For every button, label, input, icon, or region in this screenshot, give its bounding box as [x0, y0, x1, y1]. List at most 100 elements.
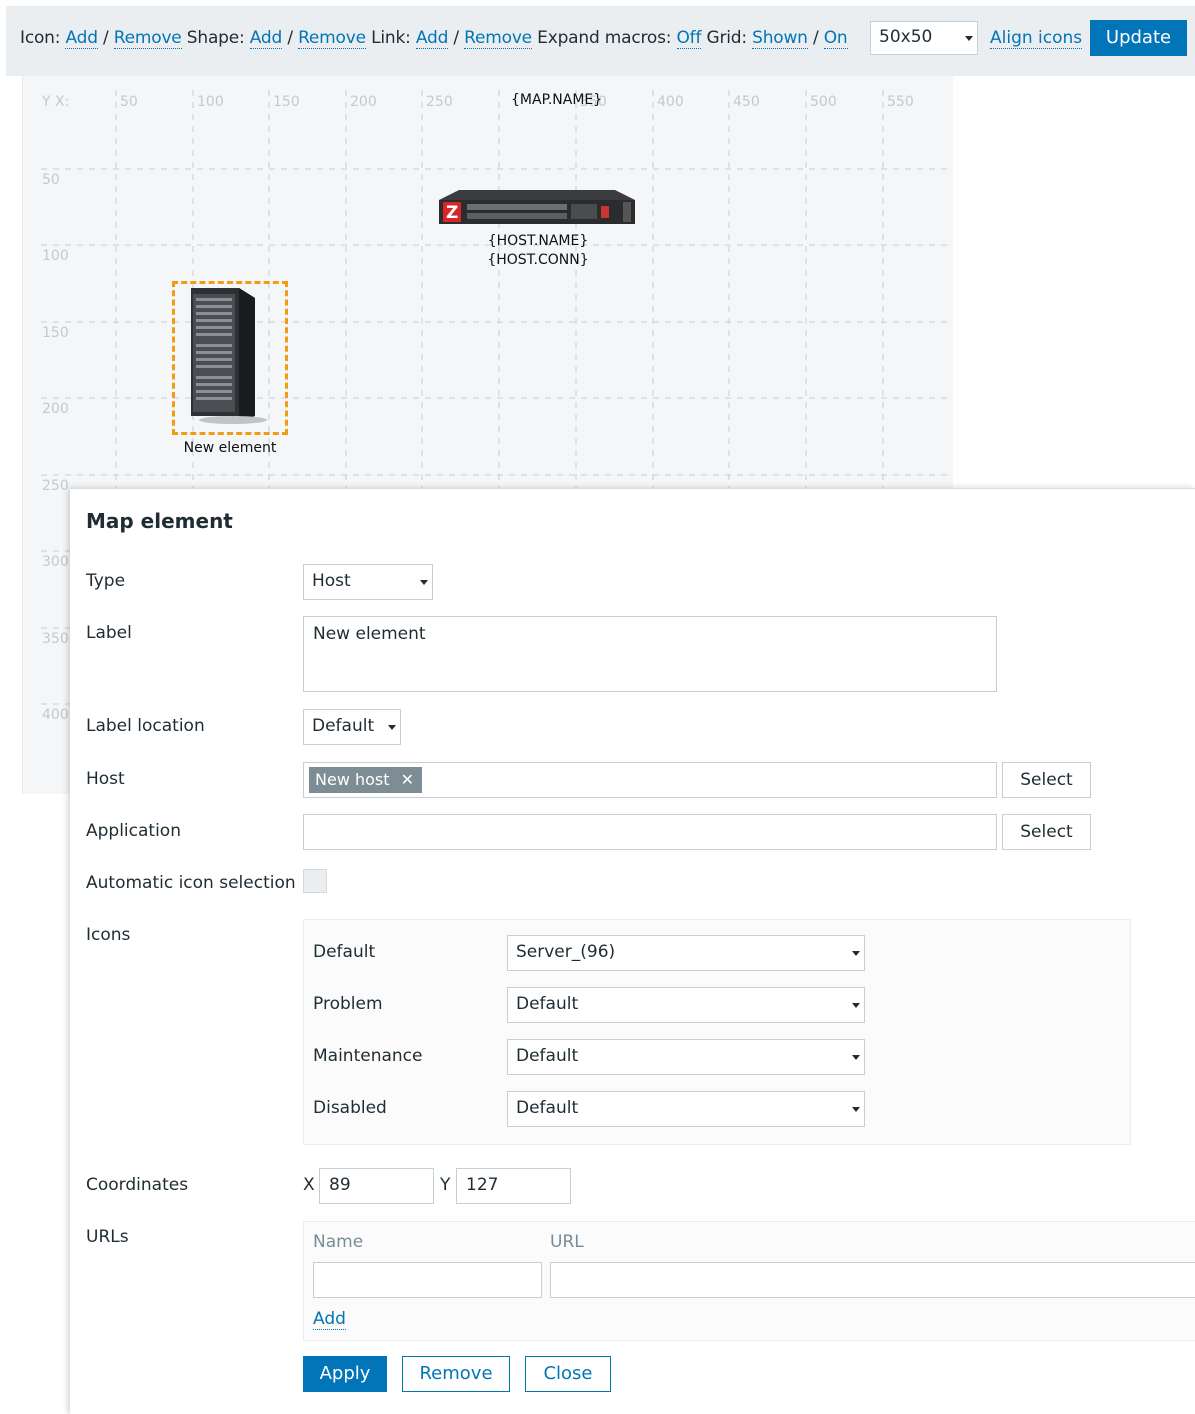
link-add-link[interactable]: Add [415, 28, 448, 49]
link-label: Link: [371, 28, 411, 48]
chevron-down-icon [420, 580, 428, 585]
y-coordinate-value: 127 [466, 1175, 499, 1195]
rack-server-icon[interactable]: Z [437, 182, 637, 228]
grid-size-select[interactable]: 50x50 [870, 21, 978, 55]
application-label: Application [86, 821, 181, 841]
grid-shown-toggle[interactable]: Shown [752, 28, 808, 49]
map-name-label[interactable]: {MAP.NAME} [511, 92, 602, 108]
chevron-down-icon [852, 1003, 860, 1008]
x-coordinate-input[interactable]: 89 [319, 1168, 434, 1204]
chevron-down-icon [852, 1055, 860, 1060]
y-tick: 300 [42, 554, 69, 570]
url-name-input[interactable] [313, 1262, 542, 1298]
auto-icon-label: Automatic icon selection [86, 873, 296, 893]
type-value: Host [312, 571, 351, 591]
y-tick: 250 [42, 478, 69, 494]
grid-label: Grid: [706, 28, 747, 48]
icon-add-link[interactable]: Add [65, 28, 98, 49]
urls-panel: Name URL Add [303, 1221, 1195, 1341]
x-tick: 250 [426, 94, 453, 110]
icon-disabled-label: Disabled [313, 1098, 387, 1118]
coordinates-label: Coordinates [86, 1175, 189, 1195]
icon-maintenance-label: Maintenance [313, 1046, 423, 1066]
host-tag-label: New host [315, 770, 390, 789]
chevron-down-icon [852, 951, 860, 956]
y-tick: 350 [42, 631, 69, 647]
host-multiselect[interactable]: New host ✕ [303, 762, 997, 798]
grid-size-value: 50x50 [879, 27, 933, 47]
y-tick: 100 [42, 248, 69, 264]
separator: / [812, 28, 819, 48]
shape-label: Shape: [186, 28, 245, 48]
link-remove-link[interactable]: Remove [464, 28, 532, 49]
icon-problem-value: Default [516, 994, 579, 1014]
new-element-label: New element [183, 440, 277, 456]
label-label: Label [86, 623, 132, 643]
remove-tag-icon[interactable]: ✕ [401, 770, 414, 789]
auto-icon-checkbox[interactable] [303, 869, 327, 893]
x-tick: 150 [273, 94, 300, 110]
x-tick: 500 [810, 94, 837, 110]
icon-problem-label: Problem [313, 994, 383, 1014]
x-tick: 400 [657, 94, 684, 110]
separator: / [103, 28, 109, 48]
y-tick: 200 [42, 401, 69, 417]
separator: / [287, 28, 293, 48]
align-icons-link[interactable]: Align icons [990, 28, 1083, 49]
icon-default-value: Server_(96) [516, 942, 616, 962]
host-label: Host [86, 769, 125, 789]
dialog-title: Map element [86, 509, 233, 533]
host-name-macro: {HOST.NAME} [487, 233, 589, 249]
y-coordinate-label: Y [440, 1175, 451, 1195]
icon-default-select[interactable]: Server_(96) [507, 935, 865, 971]
icons-panel: Default Server_(96) Problem Default Main… [303, 919, 1131, 1145]
x-tick: 100 [197, 94, 224, 110]
chevron-down-icon [388, 725, 396, 730]
x-coordinate-label: X [303, 1175, 315, 1195]
add-url-link[interactable]: Add [313, 1309, 346, 1330]
map-toolbar: Icon: Add / Remove Shape: Add / Remove L… [6, 6, 1195, 76]
shape-add-link[interactable]: Add [249, 28, 282, 49]
separator: / [453, 28, 459, 48]
server-tower-icon[interactable] [183, 284, 273, 424]
application-multiselect[interactable] [303, 814, 997, 850]
y-tick: 150 [42, 325, 69, 341]
chevron-down-icon [852, 1107, 860, 1112]
chevron-down-icon [965, 36, 973, 41]
axis-corner-label: Y X: [42, 94, 70, 110]
host-tag: New host ✕ [309, 767, 423, 793]
remove-button[interactable]: Remove [402, 1356, 510, 1392]
x-tick: 450 [733, 94, 760, 110]
icon-disabled-value: Default [516, 1098, 579, 1118]
map-element-dialog: Map element Type Host Label New element … [70, 488, 1195, 1414]
shape-remove-link[interactable]: Remove [298, 28, 366, 49]
icon-default-label: Default [313, 942, 376, 962]
y-coordinate-input[interactable]: 127 [456, 1168, 571, 1204]
type-select[interactable]: Host [303, 564, 433, 600]
svg-text:Z: Z [446, 203, 458, 223]
icon-remove-link[interactable]: Remove [113, 28, 182, 49]
icon-label: Icon: [20, 28, 61, 48]
label-location-value: Default [312, 716, 375, 736]
expand-macros-toggle[interactable]: Off [676, 28, 701, 49]
update-button[interactable]: Update [1090, 20, 1187, 56]
icons-label: Icons [86, 925, 131, 945]
url-input[interactable] [550, 1262, 1195, 1298]
label-value: New element [313, 624, 426, 644]
close-button[interactable]: Close [525, 1356, 611, 1392]
y-tick: 50 [42, 172, 60, 188]
icon-maintenance-select[interactable]: Default [507, 1039, 865, 1075]
apply-button[interactable]: Apply [303, 1356, 387, 1392]
host-select-button[interactable]: Select [1002, 762, 1091, 798]
icon-maintenance-value: Default [516, 1046, 579, 1066]
icon-problem-select[interactable]: Default [507, 987, 865, 1023]
x-tick: 550 [887, 94, 914, 110]
grid-auto-align-toggle[interactable]: On [823, 28, 848, 49]
label-textarea[interactable]: New element [303, 616, 997, 692]
expand-macros-label: Expand macros: [537, 28, 672, 48]
toolbar-row: Icon: Add / Remove Shape: Add / Remove L… [20, 28, 848, 49]
icon-disabled-select[interactable]: Default [507, 1091, 865, 1127]
label-location-select[interactable]: Default [303, 709, 401, 745]
application-select-button[interactable]: Select [1002, 814, 1091, 850]
x-coordinate-value: 89 [329, 1175, 351, 1195]
